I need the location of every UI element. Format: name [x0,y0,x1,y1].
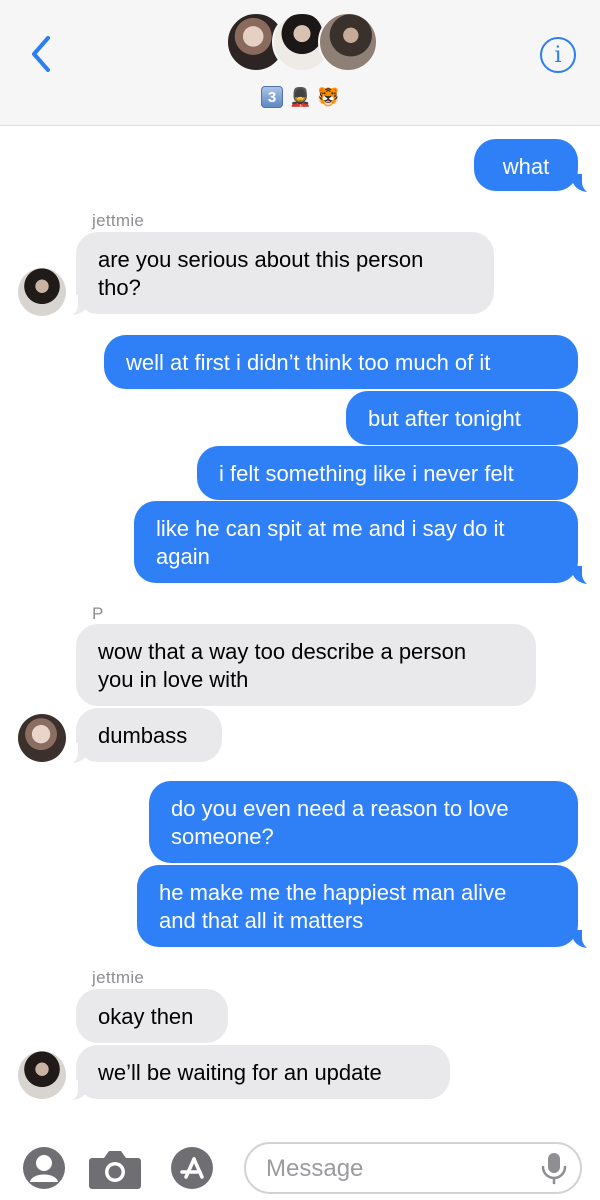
outgoing-message[interactable]: like he can spit at me and i say do it a… [134,501,578,583]
avatar [318,12,378,72]
avatar[interactable] [18,268,66,316]
camera-icon [89,1151,141,1189]
incoming-message[interactable]: wow that a way too describe a person you… [76,624,536,706]
app-store-button[interactable] [170,1146,214,1190]
outgoing-message[interactable]: he make me the happiest man alive and th… [137,865,578,947]
dictation-button[interactable] [534,1148,574,1188]
outgoing-message[interactable]: i felt something like i never felt [197,446,578,500]
memoji-button[interactable] [22,1146,66,1190]
bubble-tail [572,172,600,194]
sender-name: jettmie [92,968,145,987]
group-name[interactable]: 3 💂 🐯 [261,86,339,108]
camera-button[interactable] [88,1148,142,1190]
incoming-message[interactable]: we’ll be waiting for an update [76,1045,450,1099]
message-field[interactable] [244,1142,582,1194]
bubble-tail [58,1080,88,1102]
app-store-icon [171,1147,213,1189]
incoming-message[interactable]: okay then [76,989,228,1043]
keycap-three-emoji: 3 [261,86,283,108]
sender-name: jettmie [92,211,145,230]
outgoing-message[interactable]: well at first i didn’t think too much of… [104,335,578,389]
group-avatars[interactable] [226,12,378,76]
conversation-header: 3 💂 🐯 i [0,0,600,126]
bubble-tail [572,928,600,950]
person-icon [23,1147,65,1189]
message-composer [0,1130,600,1200]
sender-name: P [92,604,104,623]
avatar[interactable] [18,1051,66,1099]
outgoing-message[interactable]: do you even need a reason to love someon… [149,781,578,863]
chevron-left-icon [32,36,50,72]
tiger-emoji: 🐯 [317,87,340,107]
bubble-tail [58,295,88,317]
info-icon: i [554,42,562,68]
outgoing-message[interactable]: but after tonight [346,391,578,445]
incoming-message[interactable]: are you serious about this person tho? [76,232,494,314]
back-button[interactable] [26,34,56,74]
message-input[interactable] [266,1152,516,1186]
microphone-icon [541,1153,567,1185]
outgoing-message[interactable]: what [474,139,578,191]
guard-emoji: 💂 [289,87,312,107]
bubble-tail [58,743,88,765]
bubble-tail [572,564,600,586]
avatar[interactable] [18,714,66,762]
incoming-message[interactable]: dumbass [76,708,222,762]
info-button[interactable]: i [540,37,576,73]
